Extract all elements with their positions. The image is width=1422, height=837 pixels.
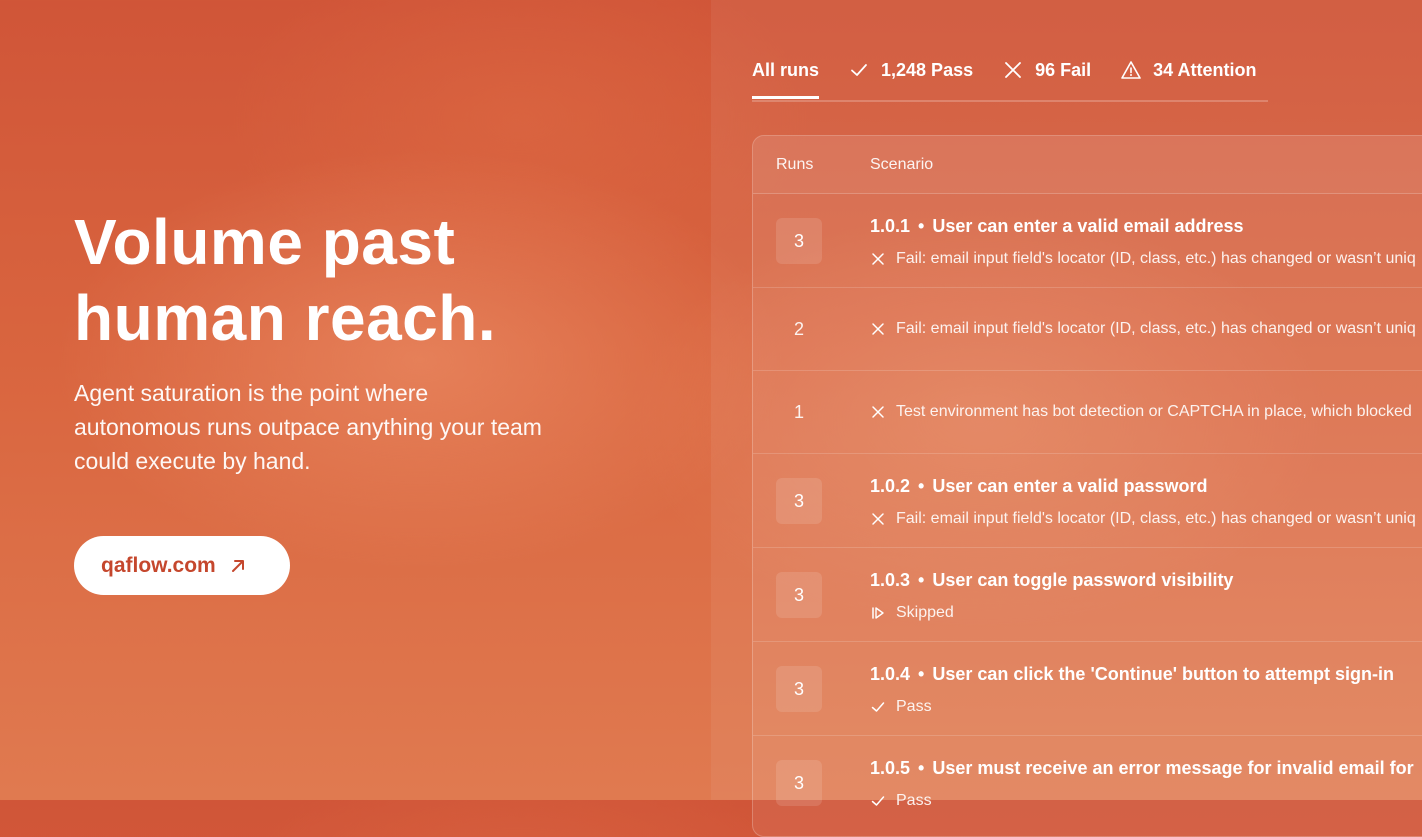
tab-fail[interactable]: 96 Fail	[1003, 50, 1091, 90]
run-status: Fail: email input field's locator (ID, c…	[870, 320, 1416, 338]
scenario-title: 1.0.1 • User can enter a valid email addre…	[870, 216, 1244, 236]
run-count: 3	[776, 478, 822, 524]
run-status-text: Fail: email input field's locator (ID, c…	[896, 320, 1416, 337]
tab-pass-label: 1,248 Pass	[881, 59, 974, 80]
run-count: 3	[776, 218, 822, 264]
check-icon	[870, 793, 886, 809]
scenario-name: User can toggle password visibility	[932, 570, 1234, 590]
tab-fail-label: 96 Fail	[1035, 59, 1092, 80]
hero-panel: Volume past human reach. Agent saturatio…	[0, 0, 711, 800]
scenario-name: User must receive an error message for i…	[932, 758, 1414, 778]
scenario-id: 1.0.1	[870, 216, 911, 236]
run-count: 1	[793, 402, 804, 422]
run-status: Fail: email input field's locator (ID, c…	[870, 250, 1416, 268]
scenario-title: 1.0.3 • User can toggle password visibilit…	[870, 570, 1234, 590]
scenario-id: 1.0.3	[870, 570, 911, 590]
tab-pass[interactable]: 1,248 Pass	[849, 50, 973, 90]
run-count: 3	[776, 760, 822, 806]
scenario-name: User can click the 'Continue' button to …	[932, 664, 1394, 684]
x-icon	[870, 404, 886, 420]
website-link-button[interactable]: qaflow.com	[74, 536, 290, 595]
x-icon	[1003, 60, 1023, 80]
x-icon	[870, 251, 886, 267]
run-status: Pass	[870, 792, 932, 810]
skipped-icon	[870, 605, 886, 621]
runs-table: Runs Scenario 3 1.0.1 • User can enter a v…	[752, 135, 1422, 837]
scenario-title: 1.0.2 • User can enter a valid password	[870, 476, 1208, 496]
table-row[interactable]: 3 1.0.3 • User can toggle password visibil…	[753, 548, 1422, 642]
run-status: Pass	[870, 698, 932, 716]
run-status-text: Skipped	[896, 604, 954, 621]
run-status-text: Test environment has bot detection or CA…	[896, 403, 1412, 420]
x-icon	[870, 511, 886, 527]
headline-line-2: human reach.	[74, 282, 497, 354]
scenario-name: User can enter a valid password	[932, 476, 1208, 496]
run-status: Skipped	[870, 604, 954, 622]
run-status: Test environment has bot detection or CA…	[870, 403, 1412, 421]
tab-all-runs[interactable]: All runs	[752, 50, 820, 99]
run-status-text: Pass	[896, 698, 932, 715]
run-count: 3	[776, 572, 822, 618]
scenario-id: 1.0.2	[870, 476, 911, 496]
table-row[interactable]: 3 1.0.4 • User can click the 'Continue' bu…	[753, 642, 1422, 736]
tab-attention-label: 34 Attention	[1153, 59, 1257, 80]
column-header-scenario: Scenario	[870, 155, 934, 173]
hero-headline: Volume past human reach.	[74, 204, 496, 356]
run-status-text: Pass	[896, 792, 932, 809]
run-count: 2	[793, 319, 804, 339]
run-filter-tabs: All runs 1,248 Pass 96 Fail 34 Attention	[752, 50, 1268, 102]
tab-attention[interactable]: 34 Attention	[1121, 50, 1256, 90]
scenario-title: 1.0.5 • User must receive an error message…	[870, 758, 1414, 778]
column-header-runs: Runs	[776, 155, 814, 173]
run-status: Fail: email input field's locator (ID, c…	[870, 510, 1416, 528]
table-row[interactable]: 3 1.0.2 • User can enter a valid password …	[753, 454, 1422, 548]
table-header: Runs Scenario	[753, 136, 1422, 194]
x-icon	[870, 321, 886, 337]
tab-all-runs-label: All runs	[752, 59, 820, 80]
scenario-id: 1.0.5	[870, 758, 911, 778]
warning-icon	[1121, 60, 1141, 80]
table-row[interactable]: 3 1.0.5 • User must receive an error messa…	[753, 736, 1422, 829]
scenario-title: 1.0.4 • User can click the 'Continue' butt…	[870, 664, 1394, 684]
table-row[interactable]: 2 Fail: email input field's locator (ID,…	[753, 288, 1422, 371]
check-icon	[870, 699, 886, 715]
scenario-name: User can enter a valid email address	[932, 216, 1244, 236]
arrow-up-right-icon	[229, 557, 247, 575]
run-status-text: Fail: email input field's locator (ID, c…	[896, 510, 1416, 527]
table-row[interactable]: 1 Test environment has bot detection or …	[753, 371, 1422, 454]
run-status-text: Fail: email input field's locator (ID, c…	[896, 250, 1416, 267]
hero-subtext: Agent saturation is the point where auto…	[74, 380, 542, 474]
website-link-label: qaflow.com	[101, 553, 216, 577]
table-row[interactable]: 3 1.0.1 • User can enter a valid email add…	[753, 194, 1422, 288]
headline-line-1: Volume past	[74, 206, 456, 278]
run-count: 3	[776, 666, 822, 712]
check-icon	[849, 60, 869, 80]
scenario-id: 1.0.4	[870, 664, 911, 684]
